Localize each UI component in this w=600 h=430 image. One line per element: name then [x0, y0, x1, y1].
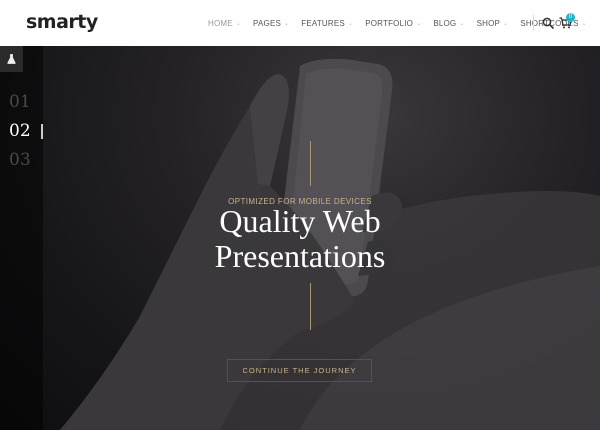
chevron-down-icon: ⌄	[416, 20, 422, 27]
divider-line-top	[310, 141, 311, 186]
slide-number-3[interactable]: 03	[9, 150, 31, 170]
nav-item-label: PORTFOLIO	[365, 18, 414, 28]
chevron-down-icon: ⌄	[284, 20, 290, 27]
slide-number-2[interactable]: 02	[9, 121, 31, 141]
chevron-down-icon: ⌄	[347, 20, 354, 27]
nav-item-label: HOME	[208, 18, 233, 28]
active-slide-marker	[41, 124, 43, 139]
hero-title: Quality Web Presentations	[0, 204, 600, 274]
search-icon[interactable]	[542, 17, 554, 29]
nav-item-label: FEATURES	[301, 18, 345, 28]
main-nav: HOME ⌄ PAGES ⌄ FEATURES ⌄ PORTFOLIO ⌄ BL…	[208, 0, 599, 46]
chevron-down-icon: ⌄	[503, 20, 509, 27]
nav-item-label: SHOP	[476, 18, 501, 28]
site-header: smarty HOME ⌄ PAGES ⌄ FEATURES ⌄ PORTFOL…	[0, 0, 600, 46]
nav-item-label: BLOG	[433, 18, 457, 28]
chevron-down-icon: ⌄	[459, 20, 465, 27]
style-switcher-button[interactable]	[0, 46, 23, 72]
hero-title-line-1: Quality Web	[219, 203, 381, 239]
nav-item-shop[interactable]: SHOP ⌄	[477, 19, 509, 28]
nav-item-blog[interactable]: BLOG ⌄	[433, 19, 464, 28]
nav-item-home[interactable]: HOME ⌄	[208, 19, 241, 28]
nav-item-pages[interactable]: PAGES ⌄	[253, 19, 289, 28]
site-logo[interactable]: smarty	[26, 11, 98, 33]
chevron-down-icon: ⌄	[581, 20, 587, 27]
slide-number-1[interactable]: 01	[9, 92, 31, 112]
nav-item-label: PAGES	[253, 18, 282, 28]
nav-item-features[interactable]: FEATURES ⌄	[301, 19, 353, 28]
cart-count-badge: 0	[566, 13, 575, 22]
nav-divider	[533, 15, 534, 31]
hero-title-line-2: Presentations	[214, 238, 386, 274]
divider-line-bottom	[310, 283, 311, 330]
nav-item-portfolio[interactable]: PORTFOLIO ⌄	[365, 19, 421, 28]
flask-icon	[7, 54, 16, 64]
continue-journey-button[interactable]: CONTINUE THE JOURNEY	[227, 359, 372, 382]
chevron-down-icon: ⌄	[235, 20, 242, 27]
